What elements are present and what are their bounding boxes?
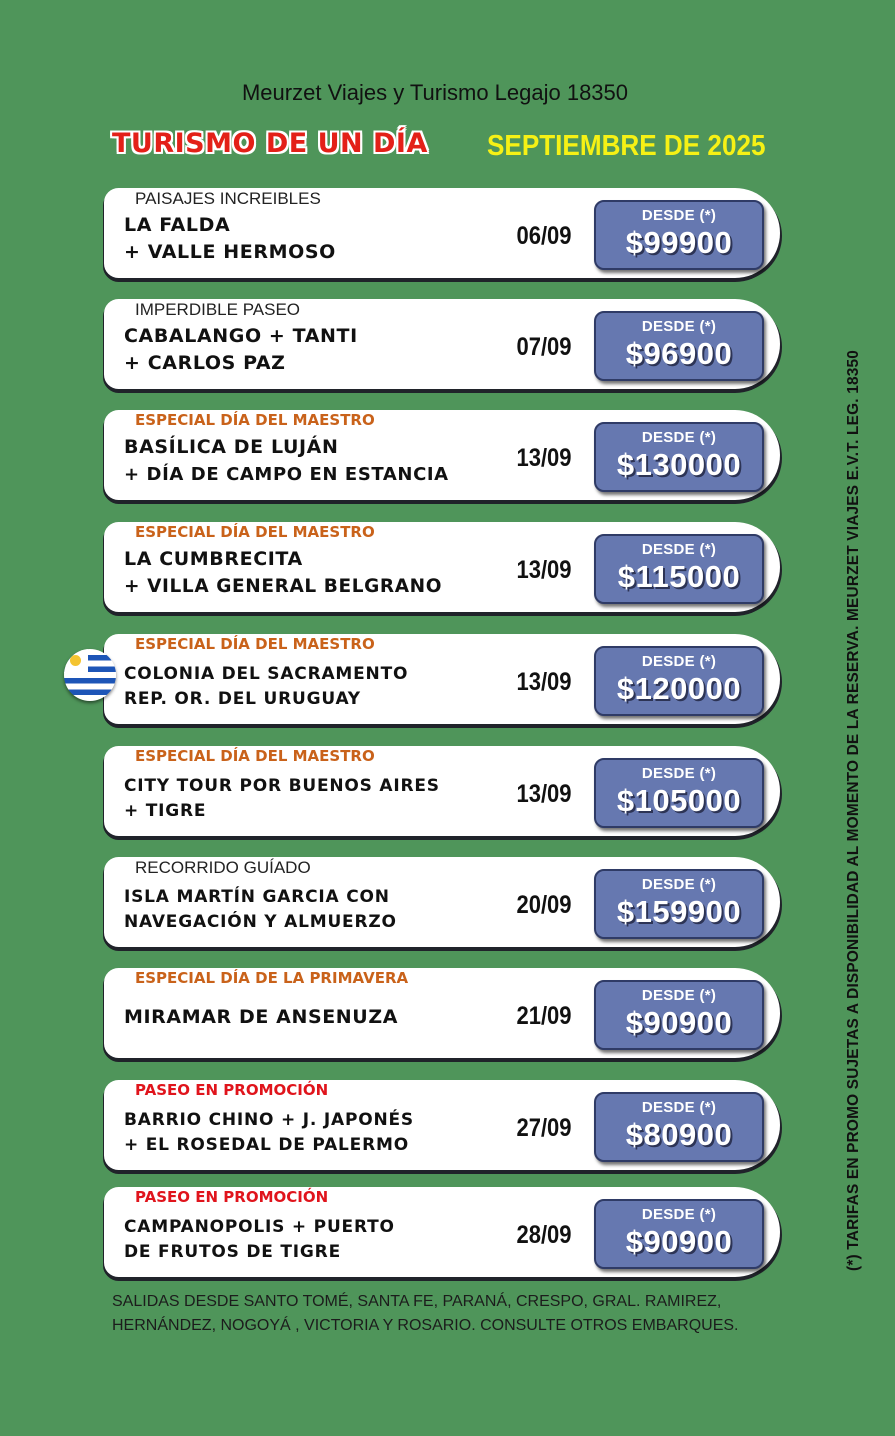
trip-line: BARRIO CHINO + J. JAPONÉS	[124, 1110, 414, 1130]
trip-date: 13/09	[516, 780, 572, 808]
trip-date: 13/09	[516, 668, 572, 696]
price-value: $80900	[625, 1117, 733, 1152]
trip-destination: BARRIO CHINO + J. JAPONÉS + EL ROSEDAL D…	[124, 1108, 514, 1158]
page-title: TURISMO DE UN DÍA	[112, 128, 428, 159]
trip-date: 28/09	[516, 1221, 572, 1249]
price-label: DESDE (*)	[641, 318, 717, 335]
price-box: DESDE (*) $90900	[594, 980, 764, 1050]
footer-line: SALIDAS DESDE SANTO TOMÉ, SANTA FE, PARA…	[112, 1293, 722, 1310]
price-box: DESDE (*) $105000	[594, 758, 764, 828]
trip-line: BASÍLICA DE LUJÁN	[124, 436, 339, 458]
trip-destination: BASÍLICA DE LUJÁN + DÍA DE CAMPO EN ESTA…	[124, 434, 514, 488]
departures-footer: SALIDAS DESDE SANTO TOMÉ, SANTA FE, PARA…	[112, 1290, 812, 1338]
price-value: $159900	[616, 894, 742, 929]
trip-tag: RECORRIDO GUÍADO	[132, 857, 314, 878]
price-box: DESDE (*) $90900	[594, 1199, 764, 1269]
trip-line: REP. OR. DEL URUGUAY	[124, 689, 361, 709]
price-box: DESDE (*) $115000	[594, 534, 764, 604]
trip-date: 07/09	[516, 333, 572, 361]
trip-line: + VILLA GENERAL BELGRANO	[124, 576, 443, 597]
price-value: $120000	[616, 671, 742, 706]
uruguay-flag-icon	[64, 649, 116, 701]
trip-card[interactable]: ESPECIAL DÍA DEL MAESTRO LA CUMBRECITA +…	[104, 522, 780, 612]
trip-tag: IMPERDIBLE PASEO	[132, 299, 304, 320]
trip-tag: ESPECIAL DÍA DE LA PRIMAVERA	[132, 968, 412, 989]
trip-tag: ESPECIAL DÍA DEL MAESTRO	[132, 522, 378, 543]
trip-destination: ISLA MARTÍN GARCIA CON NAVEGACIÓN Y ALMU…	[124, 885, 514, 935]
price-value: $96900	[625, 336, 733, 371]
price-value: $99900	[625, 225, 733, 260]
trip-line: + EL ROSEDAL DE PALERMO	[124, 1135, 409, 1155]
price-box: DESDE (*) $159900	[594, 869, 764, 939]
trip-line: + CARLOS PAZ	[124, 352, 286, 374]
trip-tag: PASEO EN PROMOCIÓN	[132, 1187, 332, 1208]
trip-date: 27/09	[516, 1114, 572, 1142]
trip-tag: PASEO EN PROMOCIÓN	[132, 1080, 332, 1101]
trip-date: 06/09	[516, 222, 572, 250]
trip-card[interactable]: PASEO EN PROMOCIÓN CAMPANOPOLIS + PUERTO…	[104, 1187, 780, 1277]
trip-destination: COLONIA DEL SACRAMENTO REP. OR. DEL URUG…	[124, 662, 514, 712]
footer-line: HERNÁNDEZ, NOGOYÁ , VICTORIA Y ROSARIO. …	[112, 1317, 739, 1334]
trip-line: ISLA MARTÍN GARCIA CON	[124, 887, 390, 907]
trip-destination: CITY TOUR POR BUENOS AIRES + TIGRE	[124, 774, 514, 824]
trip-line: MIRAMAR DE ANSENUZA	[124, 1006, 399, 1028]
trip-tag: ESPECIAL DÍA DEL MAESTRO	[132, 410, 378, 431]
price-label: DESDE (*)	[641, 1206, 717, 1223]
price-label: DESDE (*)	[641, 207, 717, 224]
price-value: $130000	[616, 447, 742, 482]
trip-line: COLONIA DEL SACRAMENTO	[124, 664, 409, 684]
trip-line: CAMPANOPOLIS + PUERTO	[124, 1217, 395, 1237]
trip-line: LA FALDA	[124, 214, 231, 236]
trip-tag: PAISAJES INCREIBLES	[132, 188, 324, 209]
trip-tag: ESPECIAL DÍA DEL MAESTRO	[132, 634, 378, 655]
price-value: $90900	[625, 1224, 733, 1259]
trip-date: 21/09	[516, 1002, 572, 1030]
price-label: DESDE (*)	[641, 653, 717, 670]
trip-date: 13/09	[516, 556, 572, 584]
price-box: DESDE (*) $130000	[594, 422, 764, 492]
trip-line: LA CUMBRECITA	[124, 548, 303, 570]
price-label: DESDE (*)	[641, 541, 717, 558]
trip-card[interactable]: IMPERDIBLE PASEO CABALANGO + TANTI + CAR…	[104, 299, 780, 389]
trip-card[interactable]: ESPECIAL DÍA DEL MAESTRO CITY TOUR POR B…	[104, 746, 780, 836]
trip-tag: ESPECIAL DÍA DEL MAESTRO	[132, 746, 378, 767]
trip-destination: LA CUMBRECITA + VILLA GENERAL BELGRANO	[124, 546, 514, 600]
agency-name: Meurzet Viajes y Turismo Legajo 18350	[241, 80, 629, 105]
price-value: $105000	[616, 783, 742, 818]
price-box: DESDE (*) $99900	[594, 200, 764, 270]
trip-line: + TIGRE	[124, 801, 207, 821]
price-box: DESDE (*) $96900	[594, 311, 764, 381]
trip-date: 13/09	[516, 444, 572, 472]
trip-card[interactable]: PAISAJES INCREIBLES LA FALDA + VALLE HER…	[104, 188, 780, 278]
price-value: $90900	[625, 1005, 733, 1040]
trip-card[interactable]: ESPECIAL DÍA DE LA PRIMAVERA MIRAMAR DE …	[104, 968, 780, 1058]
trip-card[interactable]: RECORRIDO GUÍADO ISLA MARTÍN GARCIA CON …	[104, 857, 780, 947]
price-label: DESDE (*)	[641, 876, 717, 893]
trip-line: + DÍA DE CAMPO EN ESTANCIA	[124, 464, 449, 485]
trip-line: CITY TOUR POR BUENOS AIRES	[124, 776, 440, 796]
trip-card[interactable]: ESPECIAL DÍA DEL MAESTRO COLONIA DEL SAC…	[104, 634, 780, 724]
trip-line: NAVEGACIÓN Y ALMUERZO	[124, 912, 397, 932]
trip-date: 20/09	[516, 891, 572, 919]
price-label: DESDE (*)	[641, 429, 717, 446]
trip-destination: MIRAMAR DE ANSENUZA	[124, 1004, 514, 1031]
trip-line: + VALLE HERMOSO	[124, 241, 336, 263]
price-value: $115000	[617, 559, 741, 594]
trip-card[interactable]: PASEO EN PROMOCIÓN BARRIO CHINO + J. JAP…	[104, 1080, 780, 1170]
trip-card[interactable]: ESPECIAL DÍA DEL MAESTRO BASÍLICA DE LUJ…	[104, 410, 780, 500]
month-title: SEPTIEMBRE DE 2025	[487, 130, 766, 162]
price-label: DESDE (*)	[641, 765, 717, 782]
price-label: DESDE (*)	[641, 1099, 717, 1116]
trip-line: DE FRUTOS DE TIGRE	[124, 1242, 341, 1262]
price-label: DESDE (*)	[641, 987, 717, 1004]
price-box: DESDE (*) $120000	[594, 646, 764, 716]
trip-line: CABALANGO + TANTI	[124, 325, 358, 347]
trip-destination: CABALANGO + TANTI + CARLOS PAZ	[124, 323, 514, 377]
price-box: DESDE (*) $80900	[594, 1092, 764, 1162]
trip-destination: LA FALDA + VALLE HERMOSO	[124, 212, 514, 266]
rates-disclaimer: (*) TARIFAS EN PROMO SUJETAS A DISPONIBI…	[845, 349, 862, 1271]
trip-destination: CAMPANOPOLIS + PUERTO DE FRUTOS DE TIGRE	[124, 1215, 514, 1265]
